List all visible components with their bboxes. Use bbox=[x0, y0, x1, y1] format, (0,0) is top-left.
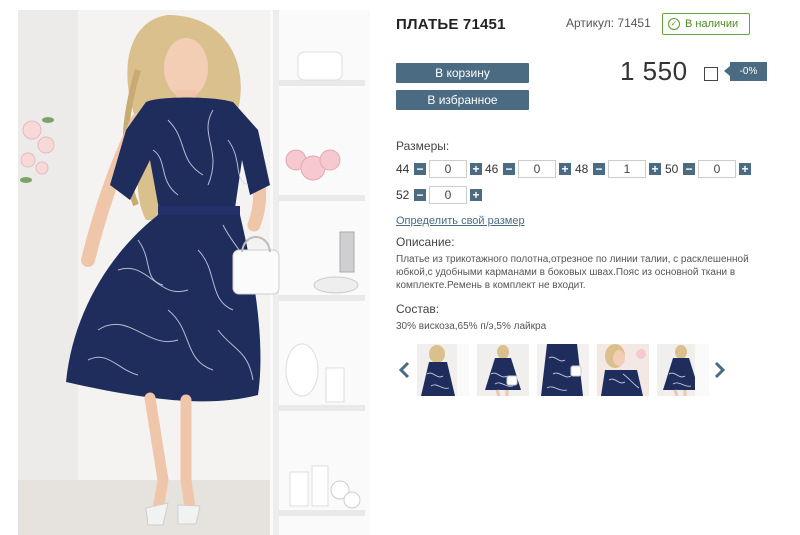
currency-box-icon bbox=[704, 67, 718, 81]
description-text: Платье из трикотажного полотна,отрезное … bbox=[396, 254, 749, 291]
stock-label: В наличии bbox=[685, 18, 739, 30]
minus-icon[interactable]: − bbox=[414, 189, 426, 201]
add-to-cart-button[interactable]: В корзину bbox=[396, 63, 529, 83]
composition-label: Состав: bbox=[396, 302, 440, 316]
size-row-44: 44 − + bbox=[396, 160, 482, 178]
quantity-input[interactable] bbox=[608, 160, 646, 178]
add-to-favorites-button[interactable]: В избранное bbox=[396, 90, 529, 110]
size-label: 46 bbox=[485, 162, 499, 176]
quantity-input[interactable] bbox=[429, 160, 467, 178]
size-label: 48 bbox=[575, 162, 589, 176]
size-row-46: 46 − + bbox=[485, 160, 571, 178]
quantity-input[interactable] bbox=[518, 160, 556, 178]
gallery-thumbnail[interactable] bbox=[657, 344, 709, 396]
check-circle-icon: ✓ bbox=[668, 18, 680, 30]
quantity-input[interactable] bbox=[698, 160, 736, 178]
plus-icon[interactable]: + bbox=[470, 163, 482, 175]
size-row-48: 48 − + bbox=[575, 160, 661, 178]
size-row-52: 52 − + bbox=[396, 186, 482, 204]
stock-badge: ✓ В наличии bbox=[662, 13, 750, 35]
discount-badge: -0% bbox=[724, 62, 767, 81]
composition-text: 30% вискоза,65% п/э,5% лайкра bbox=[396, 321, 547, 332]
gallery-thumbnail[interactable] bbox=[537, 344, 589, 396]
plus-icon[interactable]: + bbox=[470, 189, 482, 201]
gallery-thumbnail[interactable] bbox=[417, 344, 469, 396]
find-size-link[interactable]: Определить свой размер bbox=[396, 215, 525, 227]
size-row-50: 50 − + bbox=[665, 160, 751, 178]
size-label: 44 bbox=[396, 162, 410, 176]
gallery-thumbnail[interactable] bbox=[597, 344, 649, 396]
size-label: 50 bbox=[665, 162, 679, 176]
sku-label: Артикул: 71451 bbox=[566, 16, 651, 30]
minus-icon[interactable]: − bbox=[593, 163, 605, 175]
chevron-right-icon[interactable] bbox=[712, 361, 726, 379]
price: 1 550 bbox=[620, 56, 688, 86]
minus-icon[interactable]: − bbox=[683, 163, 695, 175]
product-title: ПЛАТЬЕ 71451 bbox=[396, 16, 506, 33]
minus-icon[interactable]: − bbox=[414, 163, 426, 175]
gallery-thumbnail[interactable] bbox=[477, 344, 529, 396]
product-main-photo[interactable] bbox=[18, 10, 370, 535]
plus-icon[interactable]: + bbox=[649, 163, 661, 175]
sizes-label: Размеры: bbox=[396, 139, 450, 153]
plus-icon[interactable]: + bbox=[559, 163, 571, 175]
description-label: Описание: bbox=[396, 235, 455, 249]
chevron-left-icon[interactable] bbox=[398, 361, 412, 379]
quantity-input[interactable] bbox=[429, 186, 467, 204]
minus-icon[interactable]: − bbox=[503, 163, 515, 175]
plus-icon[interactable]: + bbox=[739, 163, 751, 175]
size-label: 52 bbox=[396, 188, 410, 202]
